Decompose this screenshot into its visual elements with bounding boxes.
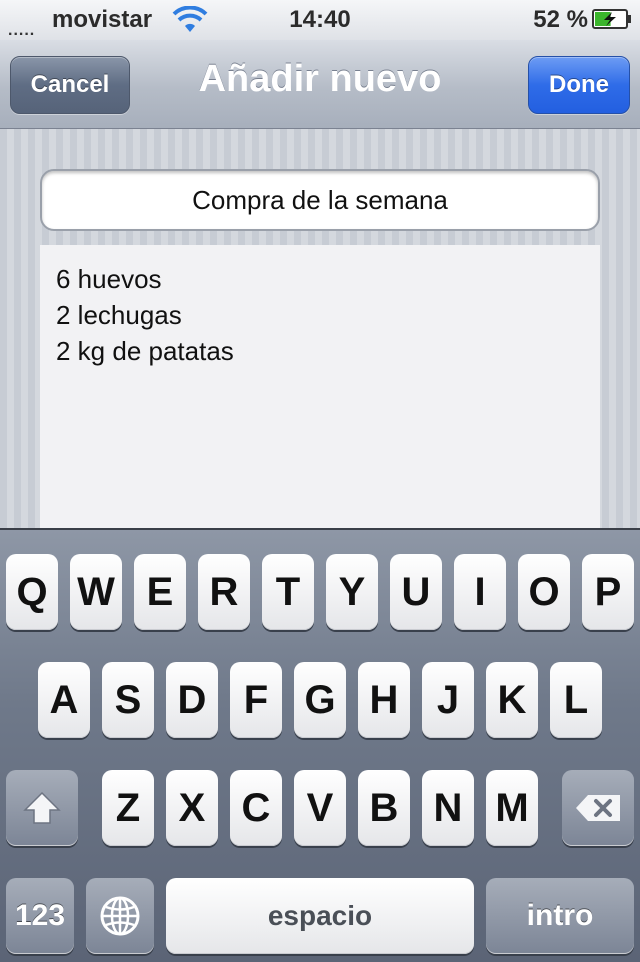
key-h[interactable]: H bbox=[358, 662, 410, 738]
globe-key[interactable] bbox=[86, 878, 154, 954]
status-bar: ..... movistar 14:40 52 % bbox=[0, 0, 640, 40]
key-n[interactable]: N bbox=[422, 770, 474, 846]
delete-key[interactable] bbox=[562, 770, 634, 846]
page-title: Añadir nuevo bbox=[198, 58, 442, 100]
shift-icon bbox=[23, 791, 61, 824]
key-j[interactable]: J bbox=[422, 662, 474, 738]
key-w[interactable]: W bbox=[70, 554, 122, 630]
form-area: Compra de la semana 6 huevos 2 lechugas … bbox=[0, 129, 640, 529]
key-g[interactable]: G bbox=[294, 662, 346, 738]
key-f[interactable]: F bbox=[230, 662, 282, 738]
note-line: 6 huevos bbox=[56, 264, 162, 294]
key-o[interactable]: O bbox=[518, 554, 570, 630]
globe-icon bbox=[100, 896, 140, 936]
key-x[interactable]: X bbox=[166, 770, 218, 846]
delete-icon bbox=[576, 795, 620, 821]
key-t[interactable]: T bbox=[262, 554, 314, 630]
key-p[interactable]: P bbox=[582, 554, 634, 630]
key-z[interactable]: Z bbox=[102, 770, 154, 846]
key-i[interactable]: I bbox=[454, 554, 506, 630]
cancel-button[interactable]: Cancel bbox=[10, 56, 130, 114]
key-c[interactable]: C bbox=[230, 770, 282, 846]
battery-charging-icon bbox=[592, 9, 631, 29]
nav-bar: Cancel Añadir nuevo Done bbox=[0, 40, 640, 129]
key-m[interactable]: M bbox=[486, 770, 538, 846]
shift-key[interactable] bbox=[6, 770, 78, 846]
return-key[interactable]: intro bbox=[486, 878, 634, 954]
note-line: 2 lechugas bbox=[56, 300, 182, 330]
key-q[interactable]: Q bbox=[6, 554, 58, 630]
notes-textarea[interactable]: 6 huevos 2 lechugas 2 kg de patatas bbox=[40, 245, 600, 529]
note-line: 2 kg de patatas bbox=[56, 336, 234, 366]
key-e[interactable]: E bbox=[134, 554, 186, 630]
key-k[interactable]: K bbox=[486, 662, 538, 738]
title-input[interactable]: Compra de la semana bbox=[40, 169, 600, 231]
key-d[interactable]: D bbox=[166, 662, 218, 738]
key-s[interactable]: S bbox=[102, 662, 154, 738]
key-l[interactable]: L bbox=[550, 662, 602, 738]
key-a[interactable]: A bbox=[38, 662, 90, 738]
space-key[interactable]: espacio bbox=[166, 878, 474, 954]
key-u[interactable]: U bbox=[390, 554, 442, 630]
numbers-key[interactable]: 123 bbox=[6, 878, 74, 954]
battery-percent: 52 % bbox=[533, 6, 588, 33]
key-r[interactable]: R bbox=[198, 554, 250, 630]
key-b[interactable]: B bbox=[358, 770, 410, 846]
done-button[interactable]: Done bbox=[528, 56, 630, 114]
key-v[interactable]: V bbox=[294, 770, 346, 846]
key-y[interactable]: Y bbox=[326, 554, 378, 630]
keyboard: Q W E R T Y U I O P A S D F G H J K L Z … bbox=[0, 528, 640, 962]
